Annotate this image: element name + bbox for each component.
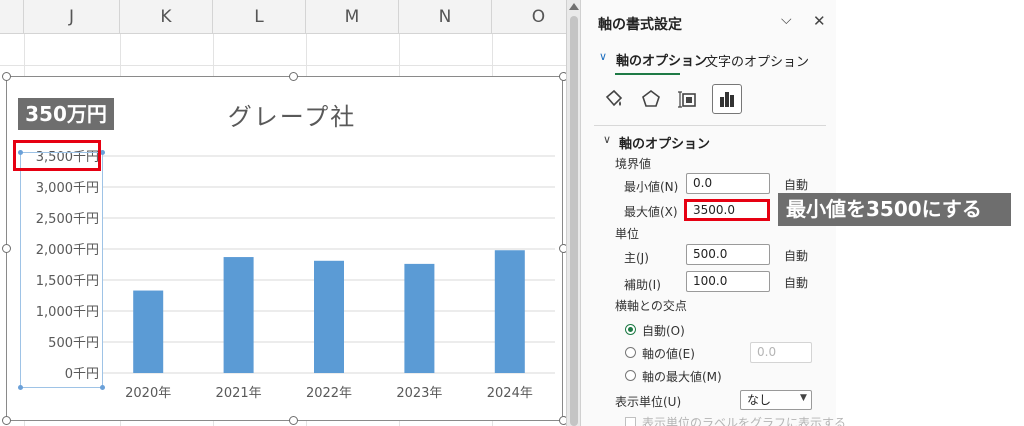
scroll-up-icon[interactable] bbox=[569, 3, 579, 10]
chart-title[interactable]: グレープ社 bbox=[167, 97, 417, 132]
minor-unit-input[interactable]: 100.0 bbox=[686, 271, 770, 292]
effects-icon[interactable] bbox=[636, 84, 666, 114]
major-unit-input[interactable]: 500.0 bbox=[686, 244, 770, 265]
major-unit-label: 主(J) bbox=[624, 251, 649, 265]
fill-line-icon[interactable] bbox=[599, 84, 629, 114]
column-header-m[interactable]: M bbox=[306, 0, 399, 34]
show-units-checkbox[interactable] bbox=[625, 417, 636, 426]
crosses-max-radio[interactable] bbox=[625, 370, 636, 381]
close-icon[interactable]: ✕ bbox=[813, 12, 826, 30]
chart-resize-handle[interactable] bbox=[289, 72, 298, 81]
chevron-down-icon[interactable]: ⌵ bbox=[781, 12, 792, 28]
display-units-label: 表示単位(U) bbox=[615, 395, 682, 409]
column-header-o[interactable]: O bbox=[492, 0, 566, 34]
column-header-j[interactable]: J bbox=[24, 0, 120, 34]
units-label: 単位 bbox=[615, 227, 640, 241]
section-axis-options[interactable]: 軸のオプション bbox=[619, 133, 710, 152]
chart-resize-handle[interactable] bbox=[2, 72, 11, 81]
chart-resize-handle[interactable] bbox=[559, 244, 566, 253]
crosses-auto-label[interactable]: 自動(O) bbox=[642, 322, 685, 339]
x-tick-label: 2023年 bbox=[396, 386, 442, 401]
size-properties-icon[interactable] bbox=[673, 84, 703, 114]
value-callout: 350万円 bbox=[18, 98, 114, 130]
chart-resize-handle[interactable] bbox=[2, 244, 11, 253]
chart-resize-handle[interactable] bbox=[289, 416, 298, 425]
pane-title: 軸の書式設定 bbox=[598, 17, 682, 33]
bar bbox=[404, 263, 435, 373]
chevron-down-icon: ∨ bbox=[599, 50, 608, 63]
crosses-auto-radio[interactable] bbox=[625, 324, 636, 335]
max-label: 最大値(X) bbox=[624, 205, 678, 219]
x-tick-label: 2021年 bbox=[216, 386, 262, 401]
crosses-label: 横軸との交点 bbox=[615, 299, 687, 313]
axis-max-highlight bbox=[13, 140, 101, 171]
chart-resize-handle[interactable] bbox=[559, 416, 566, 425]
tab-axis-options[interactable]: 軸のオプション bbox=[616, 50, 707, 69]
chevron-down-icon[interactable]: ▼ bbox=[800, 393, 807, 403]
column-header-blank bbox=[0, 0, 24, 34]
column-header-l[interactable]: L bbox=[213, 0, 306, 34]
min-value-input[interactable]: 0.0 bbox=[686, 173, 770, 194]
spreadsheet-area[interactable]: J K L M N O 0千円 500千円 1,000千円 1,500千円 2,000千… bbox=[0, 0, 566, 426]
max-value-highlight bbox=[684, 199, 770, 221]
bounds-label: 境界値 bbox=[615, 157, 652, 171]
x-tick-label: 2024年 bbox=[487, 386, 533, 401]
x-tick-label: 2020年 bbox=[125, 386, 171, 401]
bar bbox=[314, 260, 344, 373]
crosses-value-radio[interactable] bbox=[625, 347, 636, 358]
min-auto-label: 自動 bbox=[784, 178, 809, 192]
tab-text-options[interactable]: 文字のオプション bbox=[705, 51, 809, 70]
bar bbox=[223, 257, 254, 373]
bar bbox=[494, 250, 525, 373]
grid-line bbox=[0, 65, 566, 66]
instruction-callout: 最小値を3500にする bbox=[778, 193, 1011, 226]
column-header-k[interactable]: K bbox=[120, 0, 213, 34]
chart-resize-handle[interactable] bbox=[2, 416, 11, 425]
column-header-bar: J K L M N O bbox=[0, 0, 566, 34]
minor-auto-label: 自動 bbox=[784, 276, 809, 290]
axis-selection-handle[interactable] bbox=[100, 385, 105, 390]
crosses-value-label[interactable]: 軸の値(E) bbox=[642, 345, 695, 362]
x-tick-label: 2022年 bbox=[306, 386, 352, 401]
show-units-label: 表示単位のラベルをグラフに表示する bbox=[642, 416, 847, 426]
min-label: 最小値(N) bbox=[624, 180, 679, 194]
crosses-max-label[interactable]: 軸の最大値(M) bbox=[642, 368, 722, 385]
chart-resize-handle[interactable] bbox=[559, 72, 566, 81]
bar bbox=[133, 290, 164, 373]
column-header-n[interactable]: N bbox=[399, 0, 492, 34]
major-auto-label: 自動 bbox=[784, 249, 809, 263]
value-axis-selection[interactable] bbox=[18, 150, 105, 390]
divider bbox=[594, 125, 826, 126]
active-tab-indicator bbox=[615, 73, 680, 75]
axis-selection-handle[interactable] bbox=[18, 385, 23, 390]
vertical-scrollbar[interactable] bbox=[566, 0, 580, 426]
minor-unit-label: 補助(I) bbox=[624, 278, 661, 292]
scrollbar-thumb[interactable] bbox=[570, 16, 578, 426]
axis-options-icon[interactable] bbox=[712, 84, 742, 114]
chevron-down-icon[interactable]: ∨ bbox=[603, 133, 611, 146]
crosses-value-input[interactable]: 0.0 bbox=[750, 342, 812, 363]
